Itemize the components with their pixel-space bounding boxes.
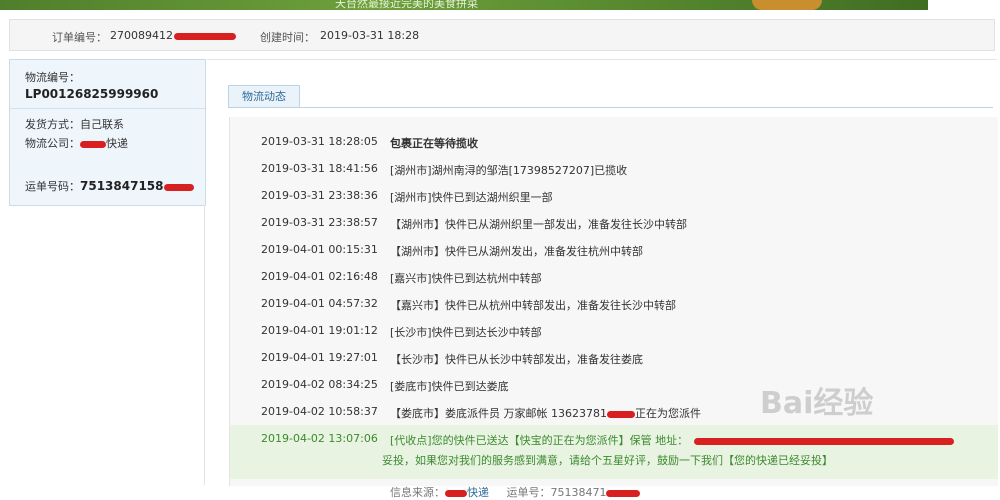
redaction-mark (445, 489, 467, 497)
tracking-row: 2019-04-01 02:16:48 [嘉兴市]快件已到达杭州中转部 (230, 263, 998, 290)
tracking-time: 2019-03-31 18:41:56 (261, 162, 378, 175)
tab-underline (228, 107, 993, 108)
order-info-bar: 订单编号： 270089412 创建时间： 2019-03-31 18:28 (9, 19, 995, 51)
redaction-mark (694, 437, 955, 445)
logistics-number-label: 物流编号： (25, 71, 80, 84)
tracking-time: 2019-04-01 02:16:48 (261, 270, 378, 283)
order-number-label: 订单编号： (52, 31, 107, 44)
tracking-message: [代收点]您的快件已送达【快宝的正在为您派件】保管 地址： (390, 432, 955, 448)
logistics-tracking-panel: 物流动态 2019-03-31 18:28:05 包裹正在等待揽收 2019-0… (207, 59, 998, 499)
order-number-value: 270089412 (110, 29, 236, 42)
tracking-row: 2019-03-31 18:41:56 [湖州市]湖州南浔的邹浩[1739852… (230, 155, 998, 182)
tracking-time: 2019-04-02 13:07:06 (261, 432, 378, 445)
tracking-row-latest: 2019-04-02 13:07:06 [代收点]您的快件已送达【快宝的正在为您… (230, 425, 998, 499)
logistics-company: 物流公司： 快递 (25, 137, 128, 150)
tracking-message: 【娄底市】娄底派件员 万家邮帐 13623781 正在为您派件 (390, 407, 701, 420)
tracking-time: 2019-04-01 19:27:01 (261, 351, 378, 364)
tracking-row: 2019-04-01 19:01:12 [长沙市]快件已到达长沙中转部 (230, 317, 998, 344)
info-source: 信息来源： 快递 运单号：75138471 (390, 484, 641, 500)
tab-logistics-updates[interactable]: 物流动态 (228, 85, 300, 108)
tracking-row: 2019-03-31 23:38:36 [湖州市]快件已到达湖州织里一部 (230, 182, 998, 209)
tracking-time: 2019-04-01 00:15:31 (261, 243, 378, 256)
source-company-link[interactable]: 快递 (467, 486, 489, 499)
banner-text: 天台然最接近完美的美食拼菜 (335, 0, 478, 10)
tracking-time: 2019-04-01 19:01:12 (261, 324, 378, 337)
logistics-number-section: 物流编号： LP00126825999960 (10, 60, 205, 109)
promo-banner[interactable]: 天台然最接近完美的美食拼菜 (0, 0, 928, 10)
tracking-message: [长沙市]快件已到达长沙中转部 (390, 326, 542, 339)
tracking-row: 2019-04-02 08:34:25 [娄底市]快件已到达娄底 (230, 371, 998, 398)
tracking-message: [湖州市]快件已到达湖州织里一部 (390, 191, 553, 204)
tracking-message: [嘉兴市]快件已到达杭州中转部 (390, 272, 542, 285)
tracking-message: 【长沙市】快件已从长沙中转部发出，准备发往娄底 (390, 353, 643, 366)
banner-image (752, 0, 822, 10)
tracking-row: 2019-03-31 23:38:57 【湖州市】快件已从湖州织里一部发出，准备… (230, 209, 998, 236)
redaction-mark (80, 140, 106, 148)
tracking-row: 2019-04-01 19:27:01 【长沙市】快件已从长沙中转部发出，准备发… (230, 344, 998, 371)
tracking-time: 2019-03-31 23:38:36 (261, 189, 378, 202)
created-time-label: 创建时间： (260, 31, 315, 44)
redaction-mark (174, 32, 236, 40)
logistics-info-panel: 物流编号： LP00126825999960 发货方式：自己联系 物流公司： 快递… (9, 59, 206, 206)
tracking-message: 【湖州市】快件已从湖州发出，准备发往杭州中转部 (390, 245, 643, 258)
tracking-list: 2019-03-31 18:28:05 包裹正在等待揽收 2019-03-31 … (229, 117, 998, 499)
waybill-number: 运单号码：7513847158 (25, 178, 194, 194)
baidu-watermark: Bai经验 (760, 386, 874, 421)
tracking-time: 2019-04-02 10:58:37 (261, 405, 378, 418)
tracking-row: 2019-04-01 00:15:31 【湖州市】快件已从湖州发出，准备发往杭州… (230, 236, 998, 263)
tracking-message: [娄底市]快件已到达娄底 (390, 380, 509, 393)
tracking-message: 【湖州市】快件已从湖州织里一部发出，准备发往长沙中转部 (390, 218, 687, 231)
tracking-time: 2019-03-31 18:28:05 (261, 135, 378, 148)
tracking-message: 包裹正在等待揽收 (390, 137, 478, 150)
tracking-message: 【嘉兴市】快件已从杭州中转部发出，准备发往长沙中转部 (390, 299, 676, 312)
tracking-message: [湖州市]湖州南浔的邹浩[17398527207]已揽收 (390, 164, 628, 177)
tracking-row: 2019-04-02 10:58:37 【娄底市】娄底派件员 万家邮帐 1362… (230, 398, 998, 425)
redaction-mark (163, 183, 194, 191)
logistics-number-value: LP00126825999960 (25, 87, 159, 101)
redaction-mark (606, 489, 641, 497)
redaction-mark (606, 410, 635, 418)
tracking-row: 2019-03-31 18:28:05 包裹正在等待揽收 (230, 128, 998, 155)
tracking-time: 2019-04-01 04:57:32 (261, 297, 378, 310)
created-time-value: 2019-03-31 18:28 (320, 29, 420, 42)
ship-method: 发货方式：自己联系 (25, 118, 124, 131)
tracking-time: 2019-04-02 08:34:25 (261, 378, 378, 391)
left-column-divider (9, 205, 205, 485)
tracking-row: 2019-04-01 04:57:32 【嘉兴市】快件已从杭州中转部发出，准备发… (230, 290, 998, 317)
tracking-time: 2019-03-31 23:38:57 (261, 216, 378, 229)
tracking-message-continued: 妥投，如果您对我们的服务感到满意，请给个五星好评，鼓励一下我们【您的快递已经妥投… (382, 454, 833, 467)
